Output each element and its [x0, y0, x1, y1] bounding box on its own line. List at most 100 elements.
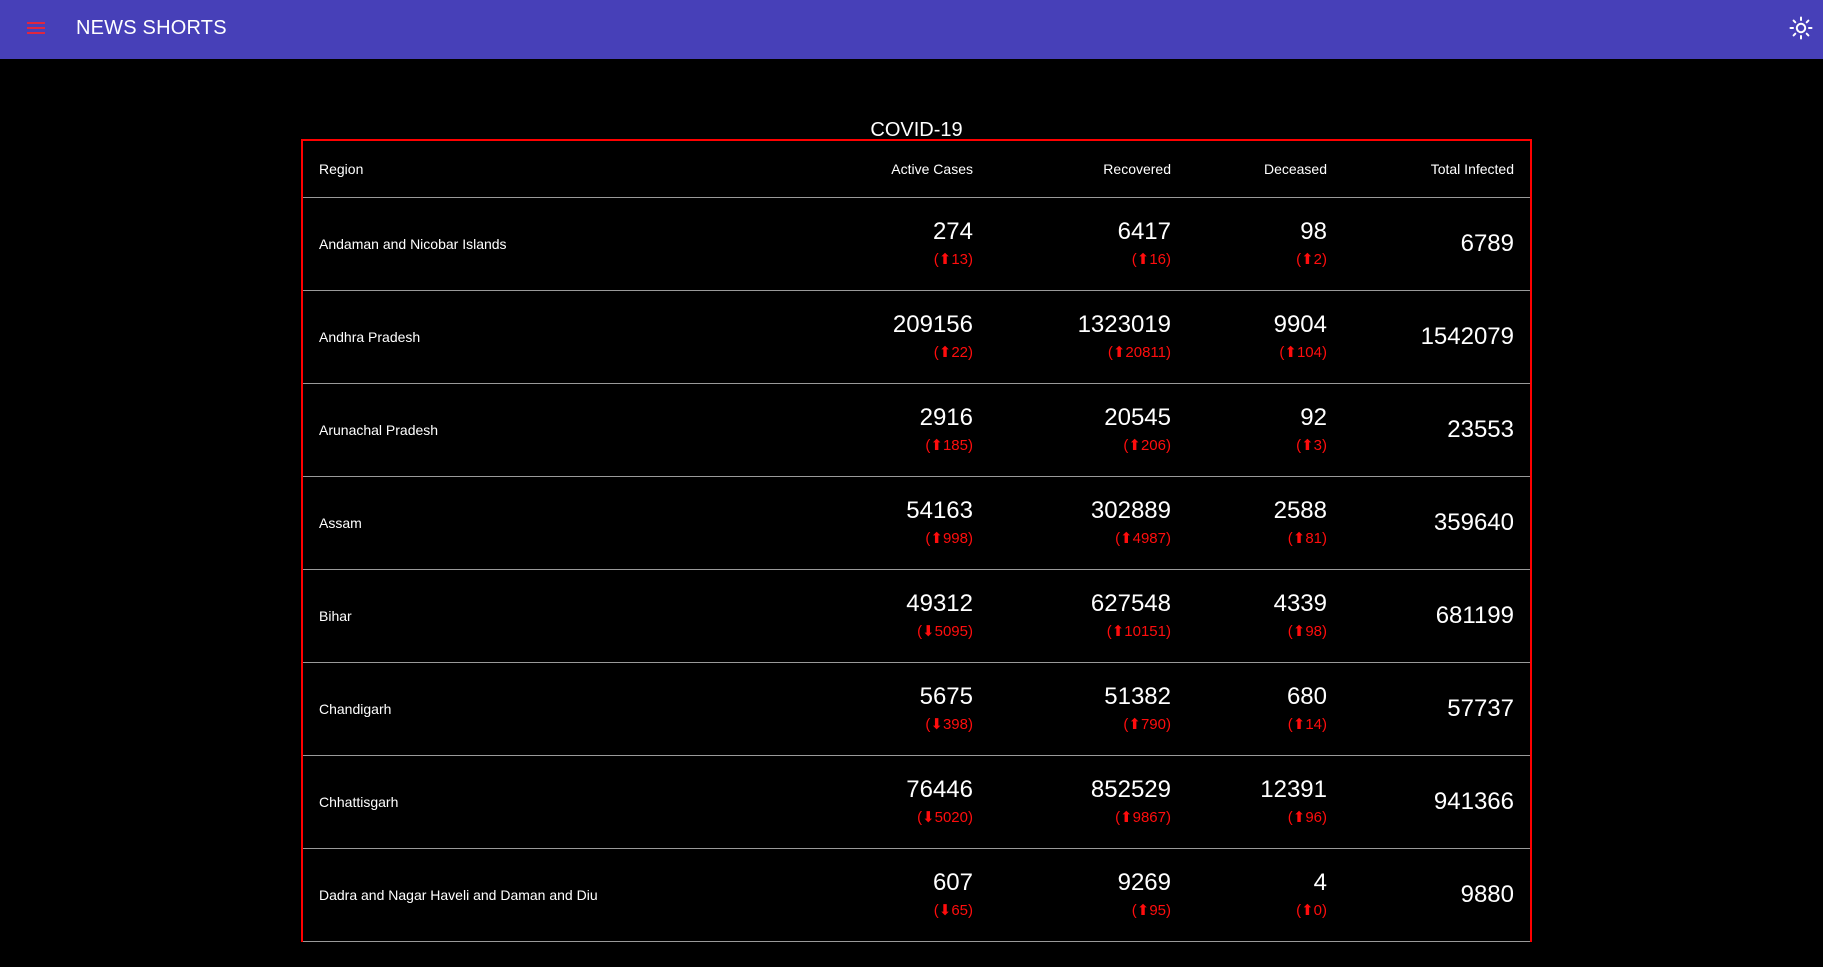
table-header-row: Region Active Cases Recovered Deceased T…	[303, 141, 1530, 198]
total-cell: 359640	[1343, 476, 1530, 570]
active-value: 274	[932, 218, 973, 245]
total-cell: 1542079	[1343, 290, 1530, 384]
recovered-delta: (⬆206)	[1123, 437, 1171, 454]
covid-table: Region Active Cases Recovered Deceased T…	[303, 141, 1530, 942]
recovered-cell: 852529 (⬆9867)	[989, 755, 1187, 849]
covid-card: COVID-19 Region Active Cases Recovered D…	[301, 107, 1532, 967]
total-cell: 23553	[1343, 383, 1530, 477]
active-value: 607	[932, 869, 973, 896]
deceased-value: 2588	[1273, 497, 1327, 524]
active-delta: (⬆185)	[925, 437, 973, 454]
deceased-cell: 4 (⬆0)	[1187, 848, 1343, 942]
theme-toggle-button[interactable]	[1787, 14, 1815, 42]
total-cell: 57737	[1343, 662, 1530, 756]
deceased-delta: (⬆96)	[1287, 809, 1327, 826]
deceased-delta: (⬆98)	[1287, 623, 1327, 640]
recovered-cell: 1323019 (⬆20811)	[989, 290, 1187, 384]
recovered-value: 51382	[1104, 683, 1171, 710]
deceased-delta: (⬆14)	[1287, 716, 1327, 733]
total-cell: 9880	[1343, 848, 1530, 942]
total-cell: 6789	[1343, 197, 1530, 291]
deceased-value: 4	[1313, 869, 1327, 896]
recovered-value: 1323019	[1077, 311, 1171, 338]
deceased-delta: (⬆3)	[1296, 437, 1327, 454]
table-row: Chhattisgarh 76446 (⬇5020) 852529 (⬆9867) …	[303, 755, 1530, 849]
active-value: 49312	[906, 590, 973, 617]
deceased-delta: (⬆0)	[1296, 902, 1327, 919]
deceased-value: 98	[1300, 218, 1327, 245]
active-delta: (⬆13)	[933, 251, 973, 268]
recovered-cell: 51382 (⬆790)	[989, 662, 1187, 756]
active-cell: 54163 (⬆998)	[792, 476, 989, 570]
header-total-infected[interactable]: Total Infected	[1343, 141, 1530, 198]
deceased-cell: 9904 (⬆104)	[1187, 290, 1343, 384]
active-cell: 49312 (⬇5095)	[792, 569, 989, 663]
recovered-cell: 302889 (⬆4987)	[989, 476, 1187, 570]
region-cell: Chhattisgarh	[303, 755, 792, 849]
total-value: 1542079	[1420, 322, 1514, 350]
recovered-delta: (⬆4987)	[1115, 530, 1171, 547]
menu-button[interactable]	[24, 16, 48, 40]
active-delta: (⬆998)	[925, 530, 973, 547]
header-deceased[interactable]: Deceased	[1187, 141, 1343, 198]
total-value: 359640	[1433, 508, 1514, 536]
recovered-cell: 627548 (⬆10151)	[989, 569, 1187, 663]
hamburger-menu-icon	[27, 22, 45, 34]
table-row: Bihar 49312 (⬇5095) 627548 (⬆10151) 4339 (⬆…	[303, 569, 1530, 663]
total-value: 6789	[1460, 229, 1514, 257]
table-row: Arunachal Pradesh 2916 (⬆185) 20545 (⬆206)…	[303, 383, 1530, 477]
active-value: 2916	[919, 404, 973, 431]
active-delta: (⬆22)	[933, 344, 973, 361]
total-cell: 681199	[1343, 569, 1530, 663]
active-value: 54163	[906, 497, 973, 524]
active-value: 209156	[892, 311, 973, 338]
table-row: Chandigarh 5675 (⬇398) 51382 (⬆790) 680 (⬆1…	[303, 662, 1530, 756]
deceased-delta: (⬆104)	[1279, 344, 1327, 361]
recovered-delta: (⬆790)	[1123, 716, 1171, 733]
covid-table-container: Region Active Cases Recovered Deceased T…	[301, 139, 1532, 942]
recovered-cell: 20545 (⬆206)	[989, 383, 1187, 477]
table-row: Dadra and Nagar Haveli and Daman and Diu…	[303, 848, 1530, 942]
table-row: Assam 54163 (⬆998) 302889 (⬆4987) 2588 (⬆81…	[303, 476, 1530, 570]
deceased-value: 92	[1300, 404, 1327, 431]
total-value: 681199	[1435, 601, 1514, 629]
recovered-cell: 6417 (⬆16)	[989, 197, 1187, 291]
header-recovered[interactable]: Recovered	[989, 141, 1187, 198]
region-cell: Andaman and Nicobar Islands	[303, 197, 792, 291]
region-cell: Arunachal Pradesh	[303, 383, 792, 477]
deceased-value: 12391	[1260, 776, 1327, 803]
active-cell: 2916 (⬆185)	[792, 383, 989, 477]
deceased-value: 4339	[1273, 590, 1327, 617]
recovered-value: 852529	[1090, 776, 1171, 803]
region-cell: Assam	[303, 476, 792, 570]
active-delta: (⬇5095)	[917, 623, 973, 640]
deceased-cell: 680 (⬆14)	[1187, 662, 1343, 756]
region-cell: Dadra and Nagar Haveli and Daman and Diu	[303, 848, 792, 942]
header-region[interactable]: Region	[303, 141, 792, 198]
table-row: Andhra Pradesh 209156 (⬆22) 1323019 (⬆2081…	[303, 290, 1530, 384]
deceased-cell: 12391 (⬆96)	[1187, 755, 1343, 849]
active-cell: 76446 (⬇5020)	[792, 755, 989, 849]
recovered-cell: 9269 (⬆95)	[989, 848, 1187, 942]
active-delta: (⬇5020)	[917, 809, 973, 826]
active-cell: 607 (⬇65)	[792, 848, 989, 942]
sun-icon	[1789, 16, 1813, 40]
deceased-cell: 4339 (⬆98)	[1187, 569, 1343, 663]
recovered-value: 627548	[1090, 590, 1171, 617]
region-cell: Chandigarh	[303, 662, 792, 756]
app-title: NEWS SHORTS	[76, 17, 227, 39]
active-cell: 274 (⬆13)	[792, 197, 989, 291]
recovered-value: 20545	[1104, 404, 1171, 431]
region-cell: Bihar	[303, 569, 792, 663]
total-value: 941366	[1433, 787, 1514, 815]
active-value: 5675	[919, 683, 973, 710]
deceased-delta: (⬆81)	[1287, 530, 1327, 547]
active-delta: (⬇398)	[925, 716, 973, 733]
header-active-cases[interactable]: Active Cases	[792, 141, 989, 198]
total-cell: 941366	[1343, 755, 1530, 849]
total-value: 23553	[1447, 415, 1514, 443]
recovered-delta: (⬆16)	[1131, 251, 1171, 268]
table-row: Andaman and Nicobar Islands 274 (⬆13) 641…	[303, 197, 1530, 291]
app-bar: NEWS SHORTS	[0, 0, 1823, 59]
active-cell: 5675 (⬇398)	[792, 662, 989, 756]
